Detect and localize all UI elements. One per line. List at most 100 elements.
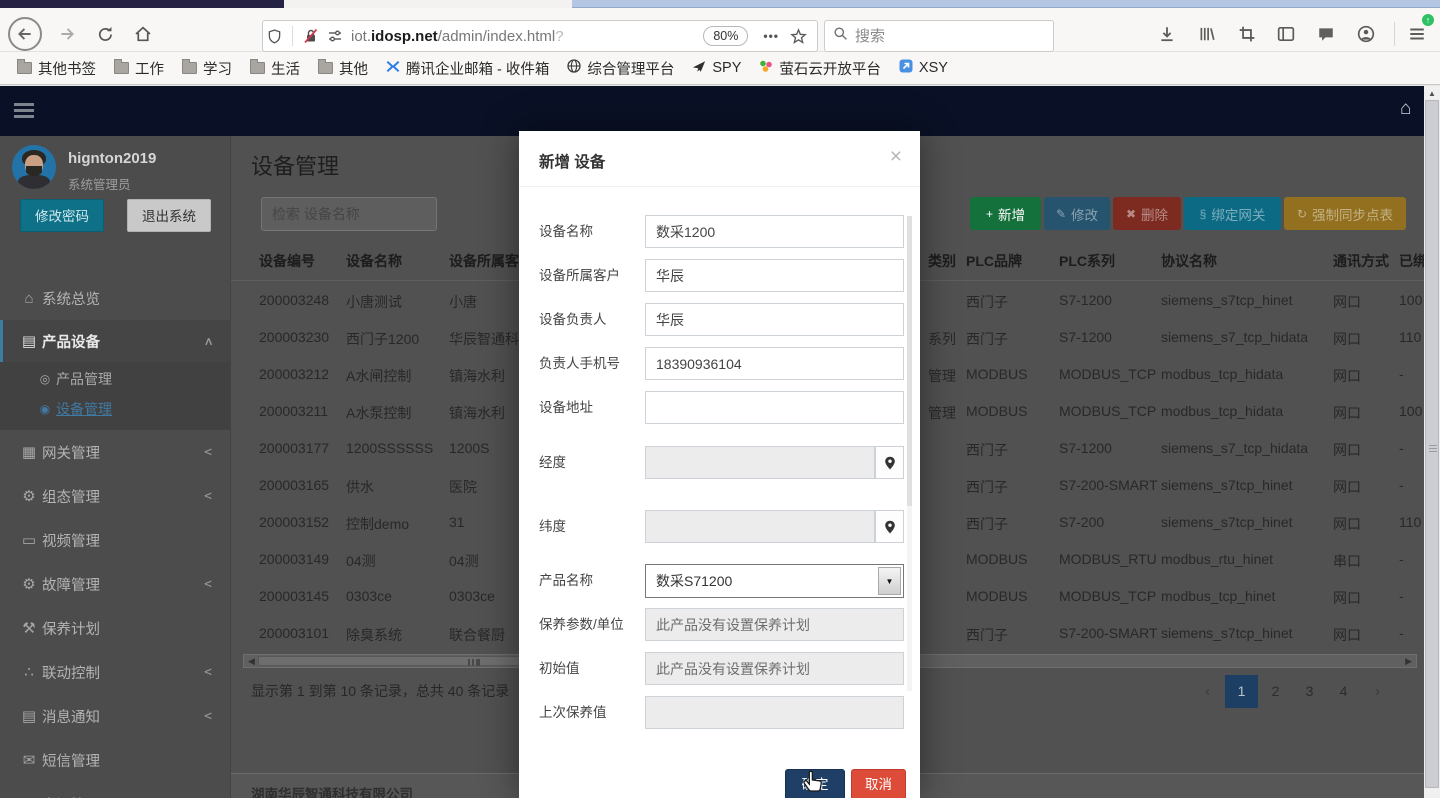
pagination-next[interactable]: › bbox=[1361, 675, 1394, 708]
sidebar-item-保养计划[interactable]: ⚒保养计划 bbox=[0, 606, 230, 650]
url-text[interactable]: iot.idosp.net/admin/index.html? bbox=[351, 28, 703, 45]
pagination-page-3[interactable]: 3 bbox=[1293, 675, 1326, 708]
bookmark-item[interactable]: 学习 bbox=[175, 54, 239, 83]
table-cell: 200003211 bbox=[259, 403, 344, 419]
sidebar-item-空间管理[interactable]: ▦空间管理 bbox=[0, 782, 230, 798]
初始值-field[interactable] bbox=[645, 652, 904, 685]
navbar-home-icon[interactable]: ⌂ bbox=[1400, 98, 1411, 120]
column-header[interactable]: 协议名称 bbox=[1161, 251, 1329, 271]
messages-icon[interactable] bbox=[1311, 19, 1341, 49]
map-pin-button[interactable] bbox=[875, 510, 904, 543]
sidebar-item-消息通知[interactable]: ▤消息通知< bbox=[0, 694, 230, 738]
bookmark-label: 其他 bbox=[339, 58, 368, 79]
column-header[interactable]: PLC品牌 bbox=[966, 251, 1054, 271]
toolbar-separator bbox=[1394, 22, 1395, 46]
pagination-prev[interactable]: ‹ bbox=[1191, 675, 1224, 708]
删除-button[interactable]: ✖删除 bbox=[1113, 197, 1181, 230]
zoom-level-badge[interactable]: 80% bbox=[703, 26, 748, 46]
dropdown-arrow-icon[interactable]: ▼ bbox=[878, 567, 901, 595]
column-header[interactable]: PLC系列 bbox=[1059, 251, 1159, 271]
home-button[interactable] bbox=[126, 17, 160, 51]
sidebar-item-网关管理[interactable]: ▦网关管理< bbox=[0, 430, 230, 474]
sidebar-item-故障管理[interactable]: ⚙故障管理< bbox=[0, 562, 230, 606]
scroll-up-arrow-icon[interactable]: ▲ bbox=[1424, 89, 1440, 98]
sidebar-item-产品设备[interactable]: ▤产品设备< bbox=[0, 320, 230, 362]
bookmark-item[interactable]: SPY bbox=[685, 56, 748, 81]
vertical-scrollbar-thumb[interactable] bbox=[1425, 100, 1439, 788]
产品名称-select[interactable]: 数采S71200▼ bbox=[645, 564, 904, 598]
modal-scrollbar[interactable] bbox=[907, 216, 912, 691]
bookmark-item[interactable]: 萤石云开放平台 bbox=[752, 54, 888, 83]
browser-vertical-scrollbar[interactable]: ▲ bbox=[1424, 86, 1440, 798]
back-button[interactable] bbox=[8, 17, 42, 51]
cancel-button[interactable]: 取消 bbox=[851, 769, 906, 798]
screenshot-icon[interactable] bbox=[1232, 19, 1262, 49]
browser-search-box[interactable] bbox=[824, 20, 1054, 52]
bookmark-item[interactable]: 综合管理平台 bbox=[560, 54, 681, 83]
account-icon[interactable] bbox=[1351, 19, 1381, 49]
forward-button[interactable] bbox=[50, 17, 84, 51]
reload-button[interactable] bbox=[88, 17, 122, 51]
change-password-button[interactable]: 修改密码 bbox=[20, 199, 104, 232]
设备负责人-field[interactable] bbox=[645, 303, 904, 336]
修改-button[interactable]: ✎修改 bbox=[1044, 197, 1110, 230]
url-bar[interactable]: iot.idosp.net/admin/index.html? 80% ••• bbox=[262, 20, 818, 52]
保养参数/单位-field[interactable] bbox=[645, 608, 904, 641]
table-cell: 网口 bbox=[1333, 440, 1395, 460]
library-icon[interactable] bbox=[1192, 19, 1222, 49]
bookmark-label: 萤石云开放平台 bbox=[779, 58, 881, 79]
sidebar-item-短信管理[interactable]: ✉短信管理 bbox=[0, 738, 230, 782]
close-icon[interactable]: × bbox=[890, 145, 902, 169]
downloads-icon[interactable] bbox=[1152, 19, 1182, 49]
sidebar-subitem-label: 设备管理 bbox=[56, 399, 112, 419]
map-pin-button[interactable] bbox=[875, 446, 904, 479]
insecure-lock-icon[interactable] bbox=[299, 28, 323, 44]
table-cell: 网口 bbox=[1333, 477, 1395, 497]
sidebar-item-视频管理[interactable]: ▭视频管理 bbox=[0, 518, 230, 562]
scroll-right-arrow-icon[interactable]: ▶ bbox=[1405, 656, 1412, 667]
bookmark-item[interactable]: 其他书签 bbox=[10, 54, 103, 83]
bookmark-item[interactable]: 工作 bbox=[107, 54, 171, 83]
table-cell: 200003230 bbox=[259, 329, 344, 345]
bookmark-star-icon[interactable] bbox=[786, 28, 811, 45]
纬度-field[interactable] bbox=[645, 510, 875, 543]
新增-button[interactable]: +新增 bbox=[970, 197, 1041, 230]
pagination-page-4[interactable]: 4 bbox=[1327, 675, 1360, 708]
sidebar-item-系统总览[interactable]: ⌂系统总览 bbox=[0, 276, 230, 320]
page-actions-dots-icon[interactable]: ••• bbox=[756, 29, 786, 43]
设备名称-field[interactable] bbox=[645, 215, 904, 248]
sidebar-subitem-设备管理[interactable]: ◉设备管理 bbox=[0, 394, 230, 424]
column-header[interactable]: 设备名称 bbox=[346, 251, 446, 271]
scroll-left-arrow-icon[interactable]: ◀ bbox=[248, 656, 255, 667]
bookmark-label: 腾讯企业邮箱 - 收件箱 bbox=[406, 58, 549, 79]
browser-search-input[interactable] bbox=[855, 28, 1015, 45]
column-header[interactable]: 设备编号 bbox=[259, 251, 344, 271]
bookmark-item[interactable]: XSY bbox=[892, 55, 955, 81]
bookmark-item[interactable]: 腾讯企业邮箱 - 收件箱 bbox=[379, 54, 556, 83]
设备地址-field[interactable] bbox=[645, 391, 904, 424]
sidebar-subitem-产品管理[interactable]: ◎产品管理 bbox=[0, 364, 230, 394]
上次保养值-field[interactable] bbox=[645, 696, 904, 729]
field-label: 上次保养值 bbox=[539, 696, 643, 729]
sidebar-collapse-icon[interactable] bbox=[14, 103, 34, 121]
column-header[interactable]: 通讯方式 bbox=[1333, 251, 1395, 271]
tracking-shield-icon[interactable] bbox=[263, 29, 286, 44]
负责人手机号-field[interactable] bbox=[645, 347, 904, 380]
经度-field[interactable] bbox=[645, 446, 875, 479]
sidebar-item-联动控制[interactable]: ∴联动控制< bbox=[0, 650, 230, 694]
设备所属客户-field[interactable] bbox=[645, 259, 904, 292]
sidebar-toggle-icon[interactable] bbox=[1271, 19, 1301, 49]
bookmark-item[interactable]: 生活 bbox=[243, 54, 307, 83]
table-cell: 1200SSSSSS bbox=[346, 440, 446, 456]
table-search-input[interactable] bbox=[261, 197, 437, 231]
绑定网关-button[interactable]: §绑定网关 bbox=[1184, 197, 1281, 230]
bookmark-item[interactable]: 其他 bbox=[311, 54, 375, 83]
logout-button[interactable]: 退出系统 bbox=[127, 199, 211, 232]
pagination-page-2[interactable]: 2 bbox=[1259, 675, 1292, 708]
table-cell: 200003149 bbox=[259, 551, 344, 567]
强制同步点表-button[interactable]: ↻强制同步点表 bbox=[1284, 197, 1406, 230]
sidebar-item-组态管理[interactable]: ⚙组态管理< bbox=[0, 474, 230, 518]
permissions-icon[interactable] bbox=[323, 28, 347, 44]
table-cell: 除臭系统 bbox=[346, 625, 446, 645]
pagination-page-1[interactable]: 1 bbox=[1225, 675, 1258, 708]
